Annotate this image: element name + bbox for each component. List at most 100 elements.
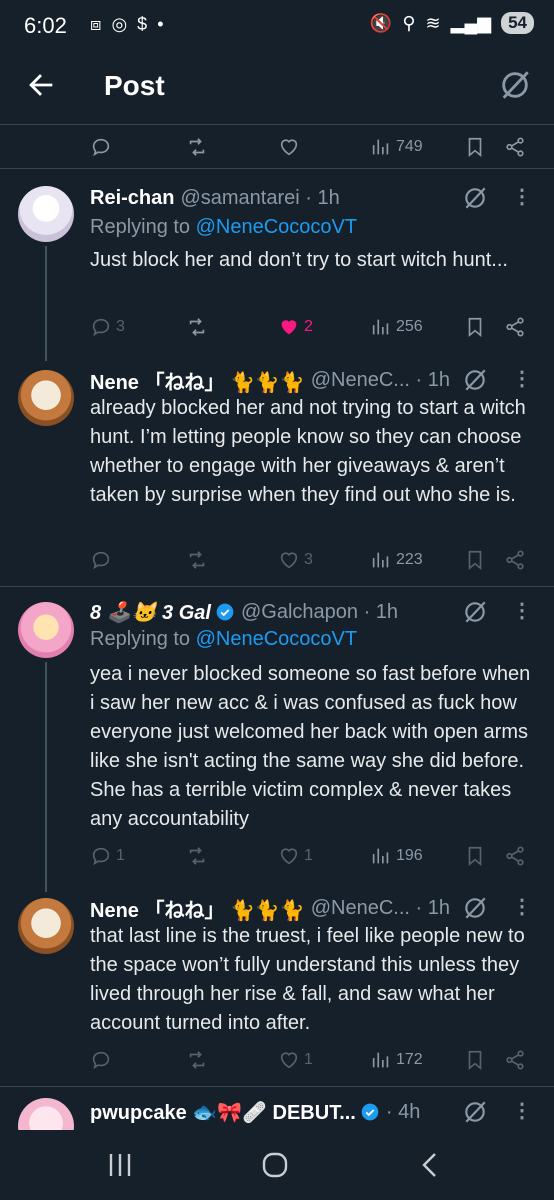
screenshot-icon: ⧈ (90, 14, 102, 34)
views-button[interactable]: 223 (370, 540, 423, 580)
author-name[interactable]: 8 🕹️🐱 3 Gal (90, 600, 211, 625)
grok-icon[interactable] (462, 599, 488, 625)
grok-icon[interactable] (462, 895, 488, 921)
verified-icon (216, 603, 234, 621)
like-button[interactable]: 3 (278, 540, 313, 580)
share-button[interactable] (504, 307, 526, 347)
grok-icon[interactable] (462, 1099, 488, 1125)
more-options-icon[interactable]: ⋮ (510, 184, 534, 212)
mention-link[interactable]: @NeneCococoVT (196, 216, 357, 238)
mention-link[interactable]: @NeneCococoVT (196, 628, 357, 650)
bookmark-button[interactable] (464, 307, 486, 347)
share-icon (506, 1050, 524, 1070)
instagram-icon: ◎ (111, 14, 128, 34)
back-nav-icon[interactable] (418, 1150, 442, 1180)
signal-icon: ▂▄▆ (450, 12, 492, 33)
views-button[interactable]: 172 (370, 1040, 423, 1080)
bookmark-button[interactable] (464, 540, 486, 580)
author-handle[interactable]: @NeneC... · 1h (311, 897, 450, 920)
retweet-button[interactable] (186, 307, 208, 347)
share-icon (506, 137, 524, 157)
like-button[interactable]: 1 (278, 1040, 313, 1080)
views-button[interactable]: 256 (370, 307, 423, 347)
avatar[interactable] (18, 186, 74, 242)
reply-tweet[interactable]: Rei-chan @samantarei · 1h ⋮ Replying to … (0, 180, 554, 361)
reply-button[interactable] (90, 1040, 112, 1080)
share-button[interactable] (504, 1040, 526, 1080)
reply-tweet[interactable]: Nene 「ねね」 🐈🐈🐈 @NeneC... · 1h ⋮ that last… (0, 892, 554, 1082)
avatar[interactable] (18, 370, 74, 426)
views-button[interactable]: 749 (370, 127, 423, 167)
retweet-button[interactable] (186, 1040, 208, 1080)
replying-to: Replying to @NeneCococoVT (90, 216, 358, 238)
back-arrow-icon[interactable] (24, 68, 58, 102)
home-icon[interactable] (260, 1150, 290, 1180)
author-name[interactable]: Nene 「ねね」 🐈🐈🐈 (90, 366, 305, 395)
like-button[interactable] (278, 127, 300, 167)
author-name[interactable]: pwupcake 🐟🎀🩹 DEBUT... (90, 1100, 356, 1125)
author-handle[interactable]: · 4h (386, 1101, 420, 1124)
reply-button[interactable] (90, 540, 112, 580)
more-options-icon[interactable]: ⋮ (510, 1098, 534, 1126)
author-handle[interactable]: @samantarei · 1h (180, 187, 339, 210)
tweet-text: Just block her and don’t try to start wi… (90, 249, 508, 271)
author-handle[interactable]: @NeneC... · 1h (311, 369, 450, 392)
tweet-action-bar: 1 1 196 (0, 836, 554, 876)
status-bar: 6:02 ⧈ ◎ $ • 🔇 ⚲ ≋ ▂▄▆ 54 (0, 0, 554, 52)
grok-icon[interactable] (462, 367, 488, 393)
top-bar: Post (0, 52, 554, 122)
reply-button[interactable] (90, 127, 112, 167)
recent-apps-icon[interactable] (106, 1150, 134, 1180)
avatar[interactable] (18, 898, 74, 954)
bookmark-icon (468, 550, 482, 571)
grok-icon[interactable] (498, 68, 532, 102)
system-nav-bar (0, 1130, 554, 1200)
views-button[interactable]: 196 (370, 836, 423, 876)
views-icon (372, 848, 389, 864)
share-button[interactable] (504, 127, 526, 167)
divider (0, 586, 554, 587)
share-button[interactable] (504, 540, 526, 580)
reply-button[interactable]: 1 (90, 836, 125, 876)
page-title: Post (104, 70, 165, 101)
retweet-icon (189, 1051, 205, 1069)
reply-tweet[interactable]: 8 🕹️🐱 3 Gal @Galchapon · 1h ⋮ Replying t… (0, 596, 554, 892)
retweet-icon (189, 318, 205, 336)
retweet-button[interactable] (186, 127, 208, 167)
author-name[interactable]: Rei-chan (90, 187, 174, 210)
grok-icon[interactable] (462, 185, 488, 211)
bookmark-icon (468, 137, 482, 158)
author-name[interactable]: Nene 「ねね」 🐈🐈🐈 (90, 894, 305, 923)
divider (0, 1086, 554, 1087)
heart-icon (280, 552, 298, 569)
like-button[interactable]: 2 (278, 307, 313, 347)
reply-tweet[interactable]: Nene 「ねね」 🐈🐈🐈 @NeneC... · 1h ⋮ already b… (0, 362, 554, 584)
like-button[interactable]: 1 (278, 836, 313, 876)
tweet-text: yea i never blocked someone so fast befo… (90, 663, 531, 830)
bookmark-button[interactable] (464, 127, 486, 167)
like-count: 3 (304, 551, 313, 568)
tweet-text: already blocked her and not trying to st… (90, 397, 526, 506)
avatar[interactable] (18, 602, 74, 658)
bookmark-button[interactable] (464, 836, 486, 876)
reply-count: 1 (116, 847, 125, 864)
retweet-button[interactable] (186, 836, 208, 876)
avatar[interactable] (18, 1098, 74, 1130)
author-handle[interactable]: @Galchapon · 1h (241, 601, 398, 624)
more-options-icon[interactable]: ⋮ (510, 598, 534, 626)
more-options-icon[interactable]: ⋮ (510, 366, 534, 394)
more-options-icon[interactable]: ⋮ (510, 894, 534, 922)
bookmark-button[interactable] (464, 1040, 486, 1080)
retweet-button[interactable] (186, 540, 208, 580)
reply-button[interactable]: 3 (90, 307, 125, 347)
views-icon (372, 1052, 389, 1068)
share-button[interactable] (504, 836, 526, 876)
reply-icon (92, 318, 110, 337)
share-icon (506, 846, 524, 866)
views-count: 223 (396, 551, 423, 568)
tweet-action-bar: 3 223 (0, 540, 554, 580)
like-count: 1 (304, 1051, 313, 1068)
retweet-icon (189, 138, 205, 156)
reply-tweet[interactable]: pwupcake 🐟🎀🩹 DEBUT... · 4h ⋮ (0, 1094, 554, 1130)
divider (0, 168, 554, 169)
